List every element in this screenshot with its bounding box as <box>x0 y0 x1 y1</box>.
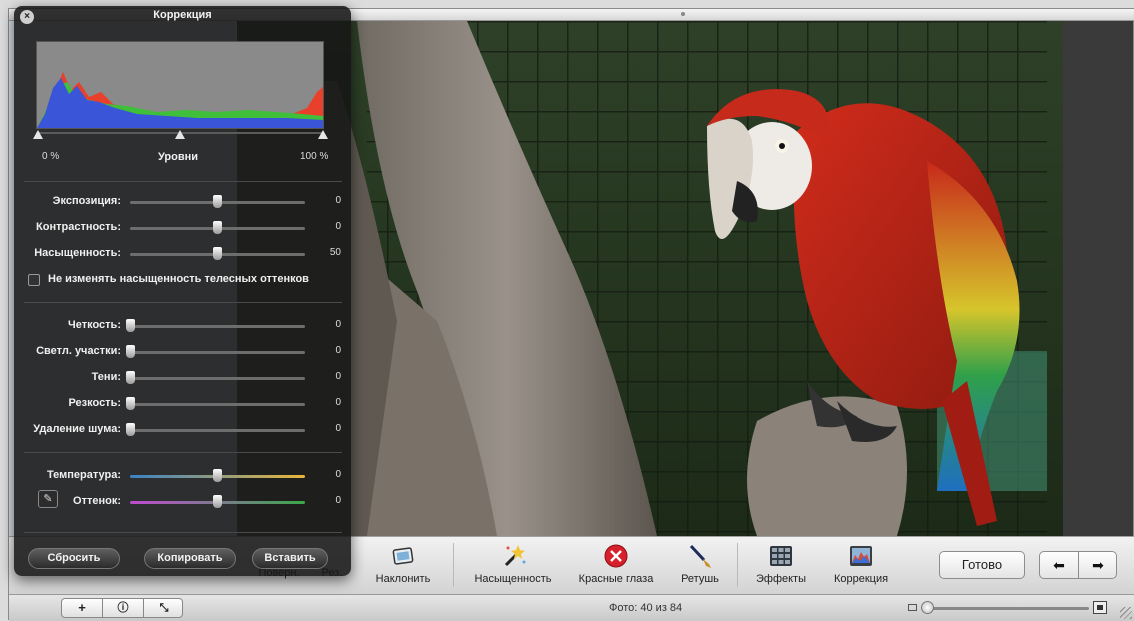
adjust-histogram-icon <box>850 546 872 566</box>
noise-value: 0 <box>335 423 341 434</box>
definition-value: 0 <box>335 319 341 330</box>
status-bar: + ⓘ ⤡ Фото: 40 из 84 <box>9 594 1134 621</box>
copy-button[interactable]: Копировать <box>144 548 236 569</box>
contrast-knob[interactable] <box>213 221 222 234</box>
photo-viewer[interactable] <box>237 21 1063 536</box>
highlights-slider[interactable] <box>130 351 305 354</box>
tool-effects-label: Эффекты <box>755 573 806 585</box>
contrast-label: Контрастность: <box>36 221 121 233</box>
saturation-knob[interactable] <box>213 247 222 260</box>
tool-redeye[interactable]: Красные глаза <box>571 539 661 593</box>
zoom-out-icon[interactable] <box>908 604 917 611</box>
done-button[interactable]: Готово <box>939 551 1025 579</box>
levels-max-label: 100 % <box>300 151 329 162</box>
temperature-label: Температура: <box>46 469 121 481</box>
definition-slider[interactable] <box>130 325 305 328</box>
shadows-knob[interactable] <box>125 371 135 384</box>
histogram <box>36 41 324 129</box>
magic-wand-icon <box>504 545 526 567</box>
tool-effects[interactable]: Эффекты <box>751 539 811 593</box>
brush-icon <box>689 544 711 568</box>
exposure-label: Экспозиция: <box>52 195 121 207</box>
shadows-label: Тени: <box>91 371 121 383</box>
tool-retouch-label: Ретушь <box>681 573 719 585</box>
status-button-group: + ⓘ ⤡ <box>61 598 183 618</box>
definition-slider-row: Четкость: 0 <box>14 317 351 335</box>
shadows-value: 0 <box>335 371 341 382</box>
sharpness-slider[interactable] <box>130 403 305 406</box>
add-icon[interactable]: + <box>62 599 102 617</box>
panel-title: Коррекция <box>153 9 212 21</box>
effects-grid-icon <box>770 546 792 566</box>
contrast-slider-row: Контрастность: 0 <box>14 219 351 237</box>
temperature-knob[interactable] <box>213 469 222 482</box>
saturation-slider-row: Насыщенность: 50 <box>14 245 351 263</box>
temperature-value: 0 <box>335 469 341 480</box>
tool-straighten[interactable]: Наклонить <box>367 539 439 593</box>
adjust-panel: × Коррекция 0 % Уровни 100 % Экспозиция:… <box>14 6 351 576</box>
shadows-slider-row: Тени: 0 <box>14 369 351 387</box>
sharpness-slider-row: Резкость: 0 <box>14 395 351 413</box>
highlights-slider-row: Светл. участки: 0 <box>14 343 351 361</box>
tint-value: 0 <box>335 495 341 506</box>
noise-slider-row: Удаление шума: 0 <box>14 421 351 439</box>
tool-retouch[interactable]: Ретушь <box>673 539 727 593</box>
definition-knob[interactable] <box>125 319 135 332</box>
reset-button[interactable]: Сбросить <box>28 548 120 569</box>
noise-knob[interactable] <box>125 423 135 436</box>
exposure-slider-row: Экспозиция: 0 <box>14 193 351 211</box>
temperature-slider-row: Температура: 0 <box>14 467 351 485</box>
resize-grip[interactable] <box>1120 607 1132 619</box>
levels-white-handle[interactable] <box>318 130 328 139</box>
levels-min-label: 0 % <box>42 151 60 162</box>
tool-enhance[interactable]: Насыщенность <box>467 539 559 593</box>
tint-slider-row: Оттенок: 0 <box>14 493 351 511</box>
tool-straighten-label: Наклонить <box>375 573 431 585</box>
exposure-knob[interactable] <box>213 195 222 208</box>
highlights-knob[interactable] <box>125 345 135 358</box>
tool-redeye-label: Красные глаза <box>578 573 654 585</box>
saturation-label: Насыщенность: <box>34 247 121 259</box>
sharpness-knob[interactable] <box>125 397 135 410</box>
sharpness-label: Резкость: <box>68 397 121 409</box>
info-icon[interactable]: ⓘ <box>103 599 143 617</box>
straighten-icon <box>392 547 414 565</box>
tool-adjust-label: Коррекция <box>833 573 889 585</box>
next-photo-button[interactable]: ➡ <box>1079 552 1117 578</box>
zoom-slider-knob[interactable] <box>921 601 934 614</box>
skin-tones-label: Не изменять насыщенность телесных оттенк… <box>48 273 309 285</box>
sharpness-value: 0 <box>335 397 341 408</box>
parrot-photo <box>237 21 1063 536</box>
contrast-value: 0 <box>335 221 341 232</box>
levels-black-handle[interactable] <box>33 130 43 139</box>
saturation-value: 50 <box>329 247 341 258</box>
noise-label: Удаление шума: <box>33 423 121 435</box>
levels-mid-handle[interactable] <box>175 130 185 139</box>
photo-count: Фото: 40 из 84 <box>609 602 683 614</box>
tool-enhance-label: Насыщенность <box>474 573 552 585</box>
highlights-value: 0 <box>335 345 341 356</box>
tint-label: Оттенок: <box>73 495 121 507</box>
zoom-in-icon[interactable] <box>1093 601 1107 614</box>
tint-knob[interactable] <box>213 495 222 508</box>
levels-title: Уровни <box>158 151 199 163</box>
photo-nav-group: ⬅ ➡ <box>1039 551 1117 579</box>
zoom-slider[interactable] <box>927 607 1089 610</box>
skin-tones-checkbox[interactable] <box>28 274 40 286</box>
histogram-graph <box>37 72 323 128</box>
highlights-label: Светл. участки: <box>36 345 121 357</box>
exposure-value: 0 <box>335 195 341 206</box>
paste-button[interactable]: Вставить <box>252 548 328 569</box>
red-eye-icon <box>604 544 628 568</box>
previous-photo-button[interactable]: ⬅ <box>1040 552 1078 578</box>
definition-label: Четкость: <box>68 319 121 331</box>
noise-slider[interactable] <box>130 429 305 432</box>
fullscreen-icon[interactable]: ⤡ <box>144 599 184 617</box>
tool-adjust[interactable]: Коррекция <box>821 539 901 593</box>
shadows-slider[interactable] <box>130 377 305 380</box>
